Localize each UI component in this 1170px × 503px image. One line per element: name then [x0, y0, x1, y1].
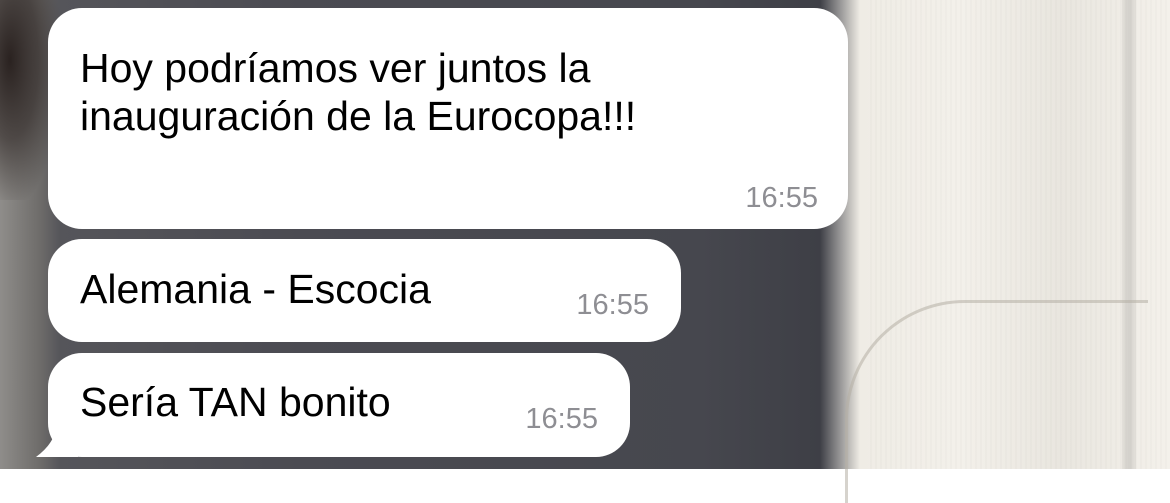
wallpaper-photo-curve — [845, 300, 1148, 503]
message-text: Hoy podríamos ver juntos la inauguración… — [80, 44, 636, 140]
incoming-message-bubble[interactable]: Hoy podríamos ver juntos la inauguración… — [48, 8, 848, 229]
incoming-message-bubble[interactable]: Alemania - Escocia 16:55 — [48, 239, 681, 342]
incoming-message-bubble[interactable]: Sería TAN bonito 16:55 — [48, 353, 630, 457]
message-text: Sería TAN bonito — [80, 378, 391, 426]
message-timestamp: 16:55 — [525, 403, 598, 435]
message-line: inauguración de la Eurocopa!!! — [80, 93, 637, 139]
message-line: Alemania - Escocia — [80, 266, 431, 312]
message-line: Hoy podríamos ver juntos la — [80, 45, 591, 91]
message-timestamp: 16:55 — [745, 182, 818, 214]
message-line: Sería TAN bonito — [80, 379, 391, 425]
message-text: Alemania - Escocia — [80, 265, 431, 313]
message-timestamp: 16:55 — [576, 289, 649, 321]
